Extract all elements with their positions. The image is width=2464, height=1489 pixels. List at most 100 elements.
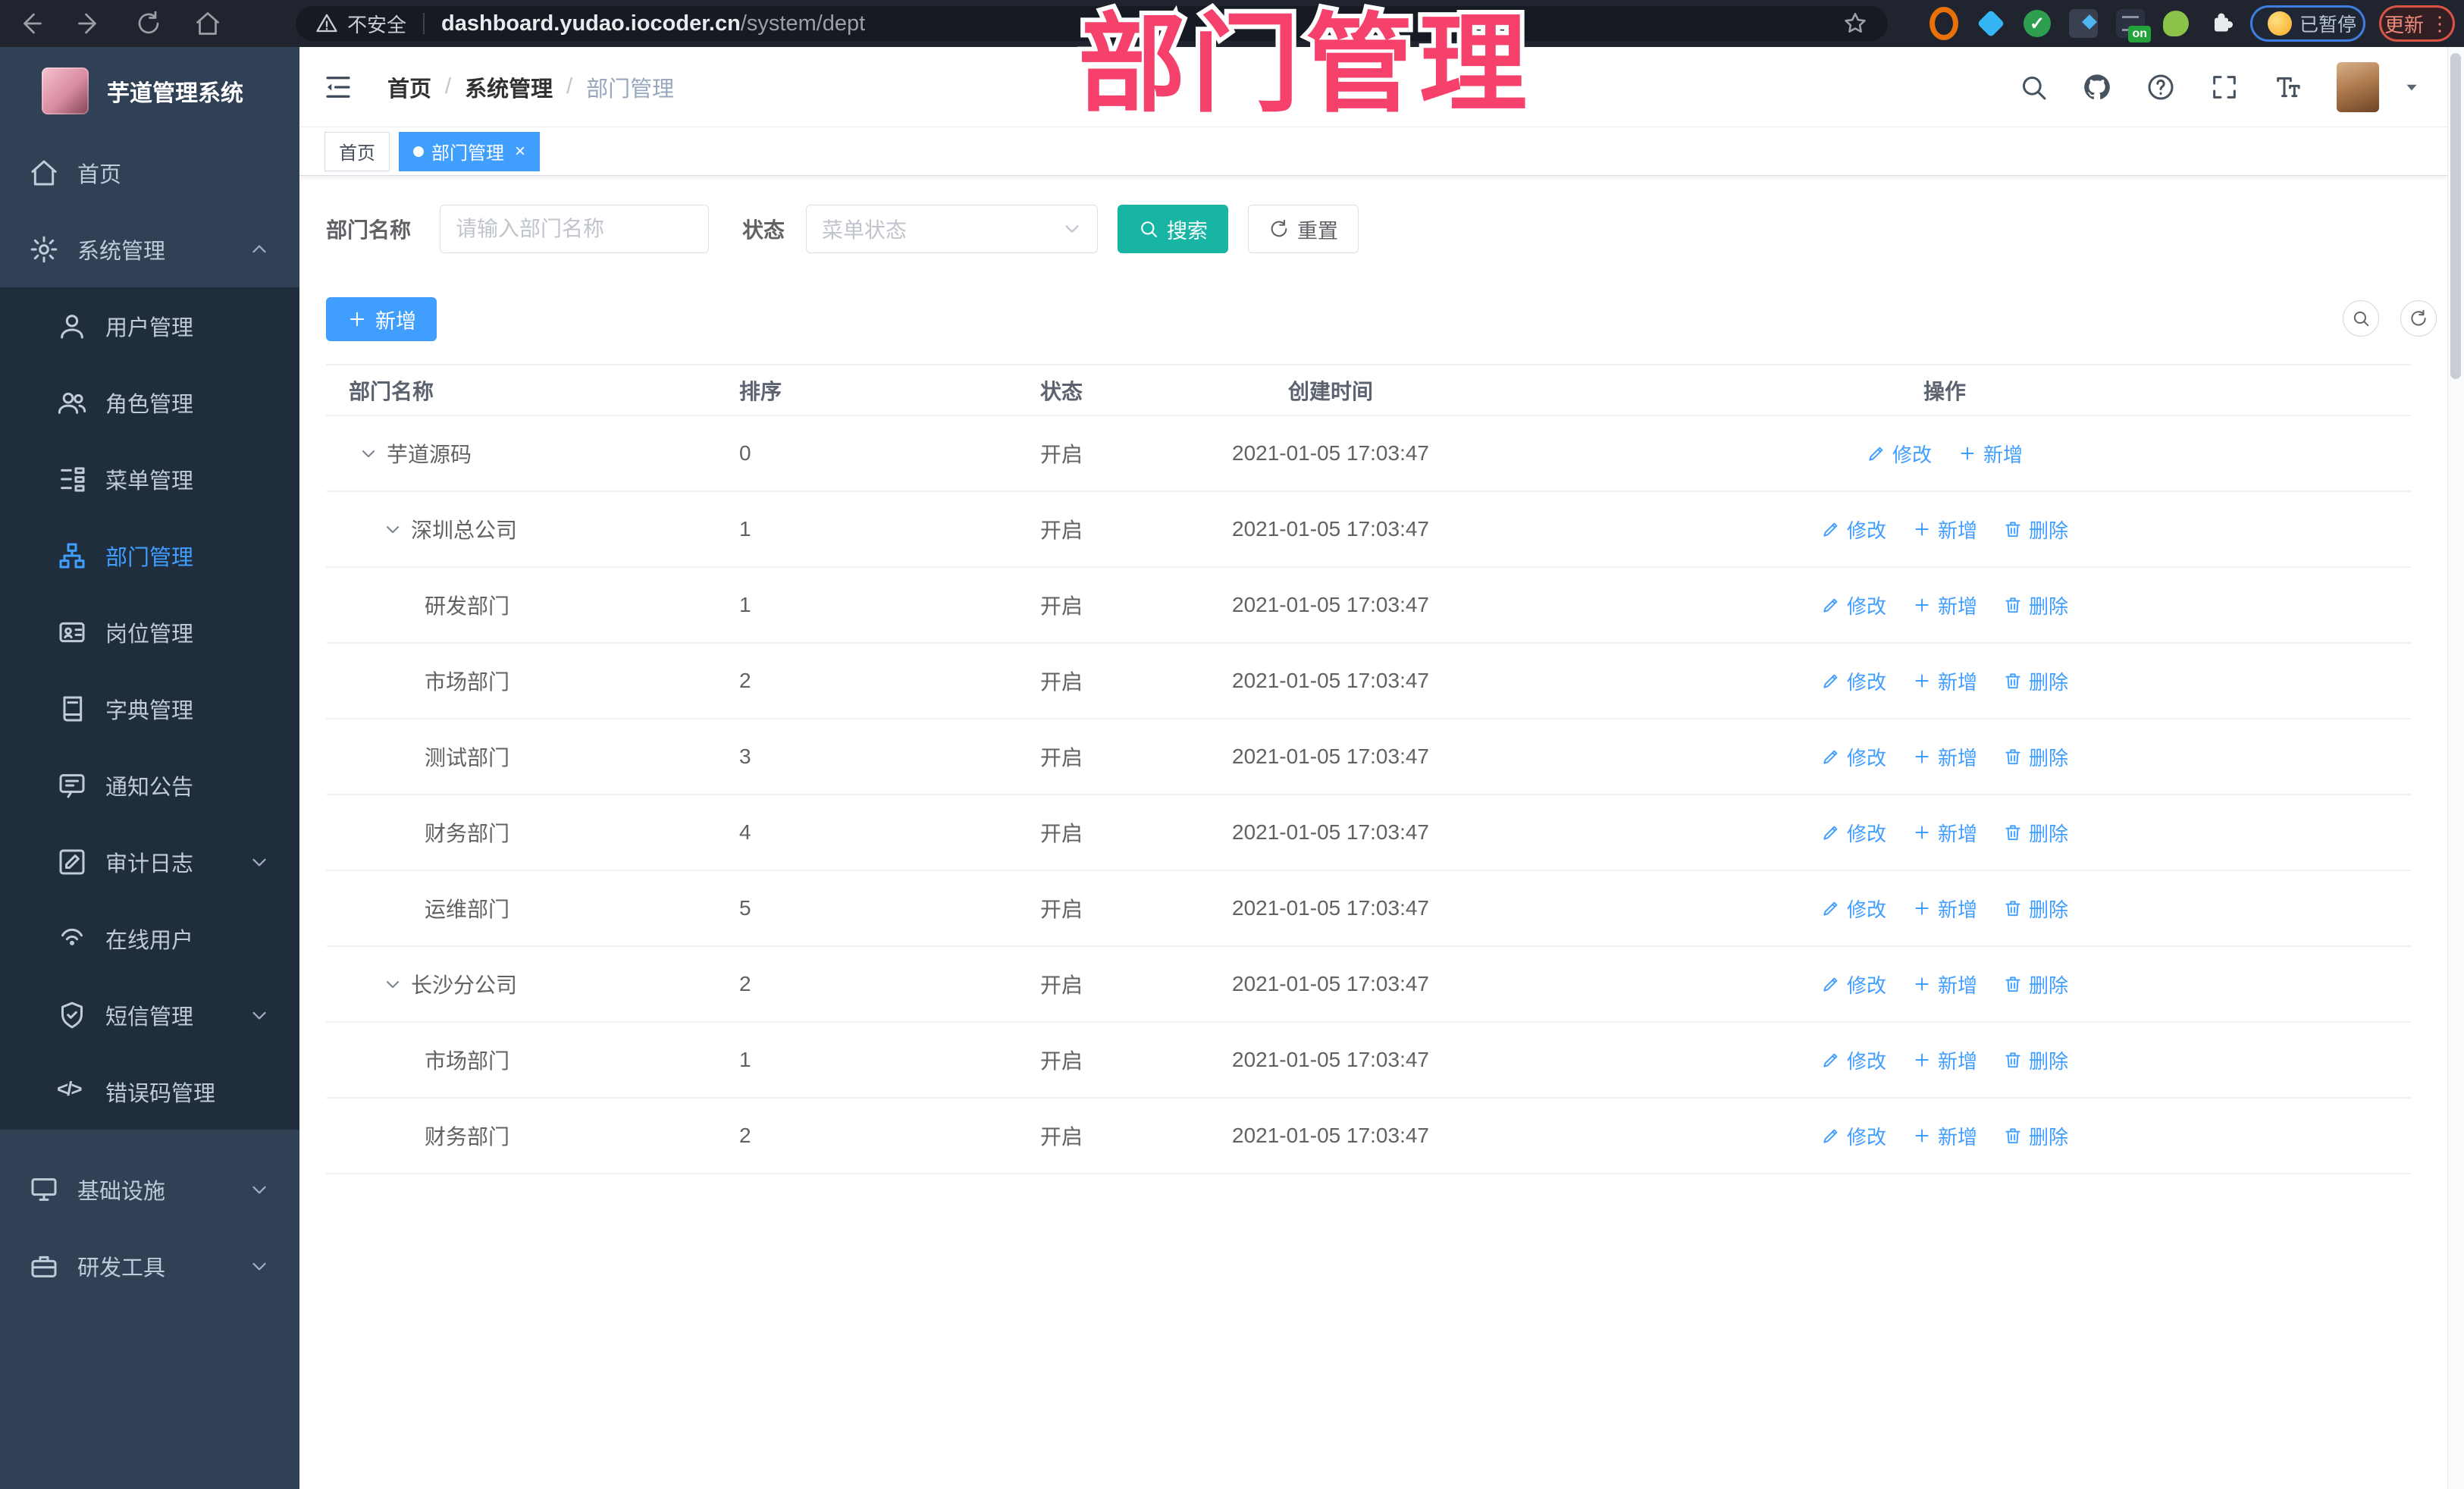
tab-首页[interactable]: 首页 [324,131,390,171]
sidebar-item-审计日志[interactable]: 审计日志 [0,823,299,900]
browser-menu-icon[interactable]: ⋮ [2430,14,2450,33]
add-child-link[interactable]: 新增 [1912,1046,1977,1074]
sidebar-item-用户管理[interactable]: 用户管理 [0,287,299,364]
back-icon[interactable] [17,10,44,37]
search-button[interactable]: 搜索 [1118,205,1229,253]
help-icon[interactable] [2146,72,2176,102]
dept-name-label: 部门名称 [326,218,412,242]
table-row: 财务部门 2 开启 2021-01-05 17:03:47 修改 新增 删除 [326,1098,2411,1174]
sidebar-item-错误码管理[interactable]: </> 错误码管理 [0,1053,299,1130]
add-child-link[interactable]: 新增 [1912,895,1977,923]
edit-row-link[interactable]: 修改 [1821,591,1886,619]
expand-row-icon[interactable] [358,443,379,464]
add-child-link[interactable]: 新增 [1912,1122,1977,1150]
show-search-toggle-button[interactable] [2343,300,2379,337]
add-child-link[interactable]: 新增 [1912,970,1977,998]
breadcrumb-item-首页[interactable]: 首页 [387,71,431,103]
home-nav-icon[interactable] [194,10,221,37]
status-select[interactable]: 菜单状态 [806,205,1099,253]
edit-row-link[interactable]: 修改 [1821,667,1886,695]
edit-row-link[interactable]: 修改 [1821,1122,1886,1150]
puzzle-extension-icon[interactable] [2207,9,2236,38]
reset-button[interactable]: 重置 [1248,205,1359,253]
add-child-link[interactable]: 新增 [1912,667,1977,695]
scrollbar-thumb[interactable] [2450,53,2461,379]
dept-name-input[interactable] [440,205,710,253]
grid-extension-icon[interactable] [2069,9,2098,38]
edit-row-link[interactable]: 修改 [1821,970,1886,998]
delete-row-link[interactable]: 删除 [2003,970,2068,998]
delete-row-link[interactable]: 删除 [2003,1122,2068,1150]
add-child-link[interactable]: 新增 [1912,516,1977,544]
reload-icon[interactable] [135,10,162,37]
forward-icon[interactable] [76,10,103,37]
chevron-down-icon [248,1255,271,1277]
add-child-link[interactable]: 新增 [1958,440,2023,468]
font-size-icon[interactable] [2273,72,2303,102]
sidebar-item-短信管理[interactable]: 短信管理 [0,976,299,1053]
edit-row-link[interactable]: 修改 [1821,819,1886,847]
actions-cell: 修改 新增 删除 [1478,870,2411,947]
edit-row-link[interactable]: 修改 [1821,895,1886,923]
add-child-link[interactable]: 新增 [1912,591,1977,619]
table-row: 研发部门 1 开启 2021-01-05 17:03:47 修改 新增 删除 [326,567,2411,644]
delete-row-link[interactable]: 删除 [2003,895,2068,923]
page-scrollbar[interactable] [2447,47,2464,1489]
search-icon[interactable] [2018,72,2049,102]
edit-row-link[interactable]: 修改 [1821,1046,1886,1074]
sidebar-item-通知公告[interactable]: 通知公告 [0,747,299,823]
tab-部门管理[interactable]: 部门管理 × [399,131,541,171]
close-tag-icon[interactable]: × [515,142,525,161]
dept-name: 运维部门 [425,898,510,921]
sidebar-item-首页[interactable]: 首页 [0,134,299,211]
update-button[interactable]: 更新 ⋮ [2379,5,2455,42]
toggle-extension-icon[interactable]: on [2116,9,2151,42]
breadcrumb-item-系统管理[interactable]: 系统管理 [465,71,553,103]
github-icon[interactable] [2082,72,2112,102]
sidebar-item-label: 部门管理 [105,545,194,570]
menu-tree-icon [57,464,87,494]
action-label: 删除 [2029,746,2069,770]
app-logo-row[interactable]: 芋道管理系统 [0,47,299,134]
edit-row-link[interactable]: 修改 [1867,440,1932,468]
profile-paused-chip[interactable]: 已暂停 [2250,5,2365,42]
refresh-table-button[interactable] [2400,300,2437,337]
green-check-extension-icon[interactable]: ✓ [2024,10,2051,37]
leaf-extension-icon[interactable] [2163,11,2189,36]
delete-row-link[interactable]: 删除 [2003,743,2068,771]
expand-row-icon[interactable] [382,519,403,540]
orange-ring-extension-icon[interactable] [1930,9,1958,38]
user-avatar[interactable] [2337,61,2379,112]
action-label: 删除 [2029,973,2069,997]
add-button[interactable]: 新增 [326,297,437,341]
blue-gem-extension-icon[interactable] [1977,9,2005,38]
delete-row-link[interactable]: 删除 [2003,1046,2068,1074]
add-child-link[interactable]: 新增 [1912,743,1977,771]
delete-row-link[interactable]: 删除 [2003,516,2068,544]
add-child-link[interactable]: 新增 [1912,819,1977,847]
edit-icon [1821,1126,1841,1146]
table-row: 芋道源码 0 开启 2021-01-05 17:03:47 修改 新增 [326,415,2411,492]
sidebar-item-字典管理[interactable]: 字典管理 [0,670,299,747]
sidebar-item-角色管理[interactable]: 角色管理 [0,364,299,440]
dept-name: 长沙分公司 [411,973,518,997]
sidebar-item-菜单管理[interactable]: 菜单管理 [0,440,299,517]
sidebar-item-研发工具[interactable]: 研发工具 [0,1227,299,1304]
expand-row-icon[interactable] [382,973,403,995]
sidebar-item-基础设施[interactable]: 基础设施 [0,1151,299,1227]
fullscreen-icon[interactable] [2209,72,2240,102]
delete-row-link[interactable]: 删除 [2003,667,2068,695]
sidebar-item-系统管理[interactable]: 系统管理 [0,211,299,287]
avatar-caret-icon[interactable] [2402,77,2422,97]
delete-row-link[interactable]: 删除 [2003,591,2068,619]
bookmark-star-icon[interactable] [1842,11,1868,36]
edit-row-link[interactable]: 修改 [1821,516,1886,544]
collapse-sidebar-icon[interactable] [322,71,354,103]
url-path: /system/dept [740,11,866,36]
sidebar-item-岗位管理[interactable]: 岗位管理 [0,594,299,670]
address-bar[interactable]: 不安全 dashboard.yudao.iocoder.cn /system/d… [296,6,1888,41]
sidebar-item-部门管理[interactable]: 部门管理 [0,517,299,594]
edit-row-link[interactable]: 修改 [1821,743,1886,771]
delete-row-link[interactable]: 删除 [2003,819,2068,847]
sidebar-item-在线用户[interactable]: 在线用户 [0,900,299,976]
